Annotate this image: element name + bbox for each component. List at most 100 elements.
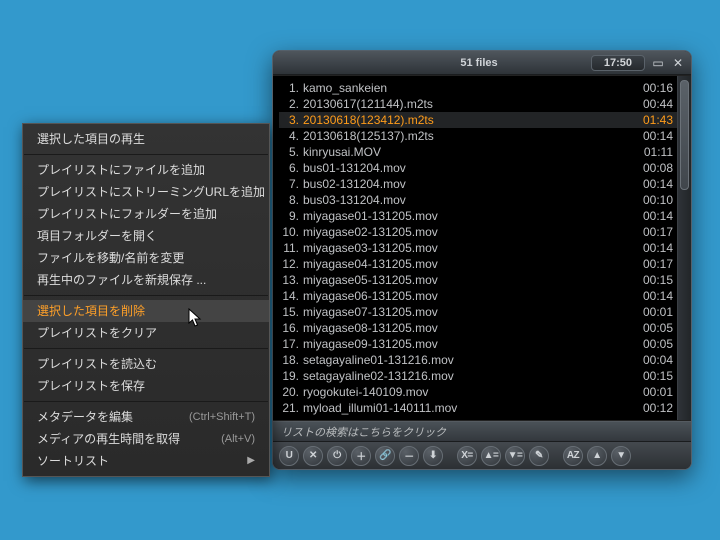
menu-item[interactable]: 再生中のファイルを新規保存 ... <box>23 269 269 291</box>
playlist-row[interactable]: 17.miyagase09-131205.mov00:05 <box>279 336 677 352</box>
menu-item[interactable]: プレイリストにフォルダーを追加 <box>23 203 269 225</box>
menu-item[interactable]: 選択した項目を削除 <box>23 300 269 322</box>
playlist-row[interactable]: 6.bus01-131204.mov00:08 <box>279 160 677 176</box>
az-button[interactable]: AZ <box>563 446 583 466</box>
menu-item[interactable]: ファイルを移動/名前を変更 <box>23 247 269 269</box>
minimize-button[interactable]: ▭ <box>651 56 665 70</box>
playlist-row[interactable]: 2.20130617(121144).m2ts00:44 <box>279 96 677 112</box>
row-number: 21. <box>279 400 299 416</box>
playlist-row[interactable]: 11.miyagase03-131205.mov00:14 <box>279 240 677 256</box>
window-title: 51 files <box>460 57 497 69</box>
playlist-row[interactable]: 19.setagayaline02-131216.mov00:15 <box>279 368 677 384</box>
row-filename: bus03-131204.mov <box>303 192 633 208</box>
row-filename: miyagase08-131205.mov <box>303 320 633 336</box>
row-duration: 00:15 <box>633 272 673 288</box>
row-number: 2. <box>279 96 299 112</box>
playlist[interactable]: 1.kamo_sankeien00:162.20130617(121144).m… <box>273 76 677 420</box>
menu-item-label: ファイルを移動/名前を変更 <box>37 250 255 266</box>
playlist-row[interactable]: 14.miyagase06-131205.mov00:14 <box>279 288 677 304</box>
context-menu: 選択した項目の再生プレイリストにファイルを追加プレイリストにストリーミングURL… <box>22 123 270 477</box>
row-filename: miyagase05-131205.mov <box>303 272 633 288</box>
row-filename: miyagase02-131205.mov <box>303 224 633 240</box>
menu-item[interactable]: プレイリストにファイルを追加 <box>23 159 269 181</box>
playlist-row[interactable]: 13.miyagase05-131205.mov00:15 <box>279 272 677 288</box>
menu-item-label: 選択した項目を削除 <box>37 303 255 319</box>
row-duration: 00:14 <box>633 128 673 144</box>
scrollbar[interactable] <box>677 76 691 420</box>
menu-item[interactable]: ソートリスト▶ <box>23 450 269 472</box>
link-button[interactable]: 🔗 <box>375 446 395 466</box>
playlist-row[interactable]: 3.20130618(123412).m2ts01:43 <box>279 112 677 128</box>
row-duration: 01:11 <box>633 144 673 160</box>
playlist-row[interactable]: 8.bus03-131204.mov00:10 <box>279 192 677 208</box>
dn-button[interactable]: ▼ <box>611 446 631 466</box>
row-number: 8. <box>279 192 299 208</box>
row-duration: 00:15 <box>633 368 673 384</box>
row-duration: 00:14 <box>633 240 673 256</box>
playlist-row[interactable]: 20.ryogokutei-140109.mov00:01 <box>279 384 677 400</box>
row-filename: bus02-131204.mov <box>303 176 633 192</box>
menu-separator <box>24 401 268 402</box>
row-number: 10. <box>279 224 299 240</box>
menu-item-label: メタデータを編集 <box>37 409 175 425</box>
row-number: 12. <box>279 256 299 272</box>
playlist-row[interactable]: 1.kamo_sankeien00:16 <box>279 80 677 96</box>
playlist-area: 1.kamo_sankeien00:162.20130617(121144).m… <box>273 75 691 421</box>
xeq-button[interactable]: X= <box>457 446 477 466</box>
row-number: 13. <box>279 272 299 288</box>
magnet-button[interactable]: U <box>279 446 299 466</box>
playlist-row[interactable]: 18.setagayaline01-131216.mov00:04 <box>279 352 677 368</box>
close-button[interactable]: ✕ <box>671 56 685 70</box>
row-number: 19. <box>279 368 299 384</box>
playlist-row[interactable]: 10.miyagase02-131205.mov00:17 <box>279 224 677 240</box>
row-number: 3. <box>279 112 299 128</box>
row-number: 4. <box>279 128 299 144</box>
row-number: 20. <box>279 384 299 400</box>
scrollbar-thumb[interactable] <box>680 80 689 190</box>
playlist-row[interactable]: 9.miyagase01-131205.mov00:14 <box>279 208 677 224</box>
search-input[interactable]: リストの検索はこちらをクリック <box>273 421 691 441</box>
row-duration: 00:14 <box>633 288 673 304</box>
down-button[interactable]: ⬇ <box>423 446 443 466</box>
playlist-row[interactable]: 5.kinryusai.MOV01:11 <box>279 144 677 160</box>
menu-item[interactable]: プレイリストにストリーミングURLを追加 <box>23 181 269 203</box>
edit-button[interactable]: ✎ <box>529 446 549 466</box>
menu-item[interactable]: 選択した項目の再生 <box>23 128 269 150</box>
menu-item[interactable]: プレイリストを保存 <box>23 375 269 397</box>
menu-item[interactable]: メタデータを編集(Ctrl+Shift+T) <box>23 406 269 428</box>
menu-item[interactable]: メディアの再生時間を取得(Alt+V) <box>23 428 269 450</box>
row-number: 6. <box>279 160 299 176</box>
minus-button[interactable]: － <box>399 446 419 466</box>
plus-button[interactable]: ＋ <box>351 446 371 466</box>
row-number: 5. <box>279 144 299 160</box>
menu-item-shortcut: (Alt+V) <box>221 431 255 447</box>
menu-item[interactable]: プレイリストを読込む <box>23 353 269 375</box>
playlist-row[interactable]: 12.miyagase04-131205.mov00:17 <box>279 256 677 272</box>
menu-item[interactable]: 項目フォルダーを開く <box>23 225 269 247</box>
desc-down-button[interactable]: ▼= <box>505 446 525 466</box>
row-duration: 00:05 <box>633 320 673 336</box>
row-filename: kamo_sankeien <box>303 80 633 96</box>
playlist-row[interactable]: 15.miyagase07-131205.mov00:01 <box>279 304 677 320</box>
row-duration: 00:01 <box>633 384 673 400</box>
menu-item-label: プレイリストを読込む <box>37 356 255 372</box>
menu-item-label: 選択した項目の再生 <box>37 131 255 147</box>
menu-item-label: プレイリストにフォルダーを追加 <box>37 206 255 222</box>
playlist-row[interactable]: 16.miyagase08-131205.mov00:05 <box>279 320 677 336</box>
up-button[interactable]: ▲ <box>587 446 607 466</box>
asc-up-button[interactable]: ▲= <box>481 446 501 466</box>
row-number: 18. <box>279 352 299 368</box>
menu-item[interactable]: プレイリストをクリア <box>23 322 269 344</box>
row-duration: 00:08 <box>633 160 673 176</box>
menu-item-label: 項目フォルダーを開く <box>37 228 255 244</box>
row-filename: 20130618(125137).m2ts <box>303 128 633 144</box>
playlist-row[interactable]: 7.bus02-131204.mov00:14 <box>279 176 677 192</box>
row-filename: 20130617(121144).m2ts <box>303 96 633 112</box>
shuffle-button[interactable]: ✕ <box>303 446 323 466</box>
playlist-row[interactable]: 21.myload_illumi01-140111.mov00:12 <box>279 400 677 416</box>
playlist-row[interactable]: 4.20130618(125137).m2ts00:14 <box>279 128 677 144</box>
row-filename: bus01-131204.mov <box>303 160 633 176</box>
row-number: 16. <box>279 320 299 336</box>
menu-item-label: プレイリストにストリーミングURLを追加 <box>37 184 265 200</box>
power-button[interactable]: ⏻ <box>327 446 347 466</box>
